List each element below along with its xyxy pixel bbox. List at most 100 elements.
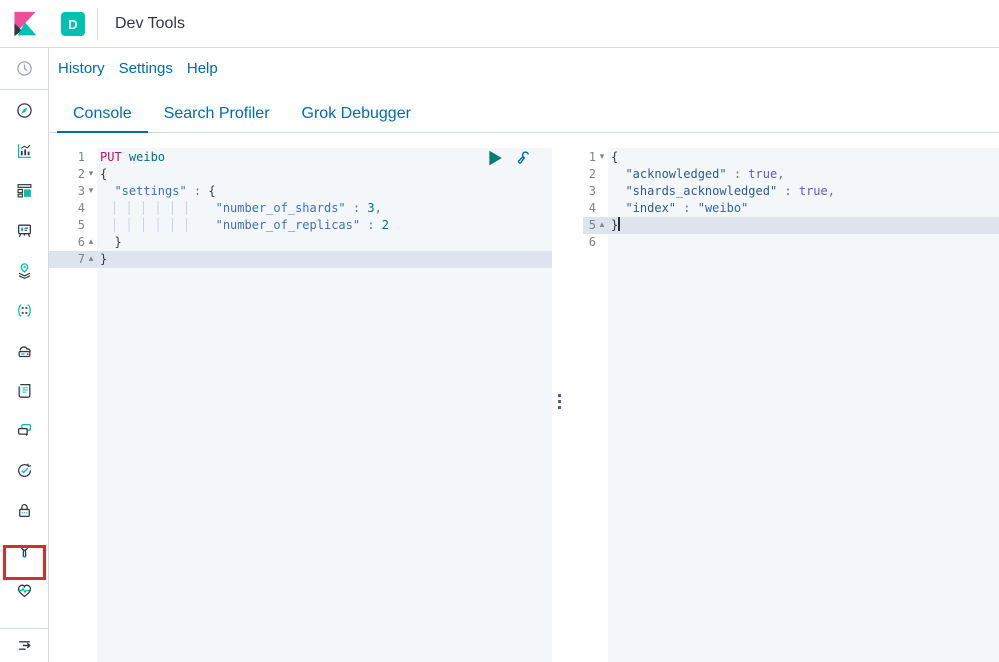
fold-spacer xyxy=(596,183,608,200)
gutter-cell: 3 xyxy=(583,183,608,200)
line-number: 3 xyxy=(583,183,596,200)
response-editor[interactable]: 1▾{2 "acknowledged" : true,3 "shards_ack… xyxy=(583,148,999,662)
history-link[interactable]: History xyxy=(58,60,105,77)
fold-marker-icon[interactable]: ▴ xyxy=(85,251,97,268)
code-line: 6 xyxy=(583,234,999,251)
tab-grok-debugger[interactable]: Grok Debugger xyxy=(286,96,427,133)
gutter-cell: 2 xyxy=(583,166,608,183)
sidebar-item-visualize[interactable] xyxy=(0,130,48,170)
code-text: { xyxy=(608,149,999,166)
easel-icon xyxy=(16,222,33,239)
code-text: } xyxy=(97,251,552,268)
sidebar-item-dashboard[interactable] xyxy=(0,170,48,210)
tab-console[interactable]: Console xyxy=(57,96,148,133)
request-options-wrench-icon[interactable] xyxy=(514,149,532,167)
tab-search-profiler[interactable]: Search Profiler xyxy=(148,96,286,133)
line-number: 5 xyxy=(49,217,85,234)
compass-icon xyxy=(16,102,33,119)
gutter-cell: 3▾ xyxy=(49,183,97,200)
resize-grip-icon xyxy=(558,394,561,409)
app-icon-badge: D xyxy=(61,12,85,36)
request-actions xyxy=(486,149,532,167)
code-line: 7▴} xyxy=(49,251,552,268)
code-line: 6▴ } xyxy=(49,234,552,251)
code-text: } xyxy=(97,234,552,251)
code-line: 3 "shards_acknowledged" : true, xyxy=(583,183,999,200)
fold-marker-icon[interactable]: ▾ xyxy=(85,183,97,200)
fold-spacer xyxy=(85,149,97,166)
line-number: 6 xyxy=(49,234,85,251)
text-cursor xyxy=(618,217,620,231)
uptime-check-icon xyxy=(16,462,33,479)
code-text: "acknowledged" : true, xyxy=(608,166,999,183)
sidebar-item-machine-learning[interactable] xyxy=(0,290,48,330)
fold-spacer xyxy=(596,234,608,251)
code-line: 4 "index" : "weibo" xyxy=(583,200,999,217)
sidebar-item-maps[interactable] xyxy=(0,250,48,290)
code-text: "number_of_shards" : 3, xyxy=(97,200,552,217)
sidebar-item-siem[interactable] xyxy=(0,490,48,530)
line-number: 4 xyxy=(49,200,85,217)
app-sidebar xyxy=(0,48,49,662)
code-line: 3▾ "settings" : { xyxy=(49,183,552,200)
request-editor[interactable]: 1PUT weibo2▾{3▾ "settings" : {4 "number_… xyxy=(49,148,552,662)
devtools-tabbar: Console Search Profiler Grok Debugger xyxy=(49,96,999,133)
fold-marker-icon[interactable]: ▾ xyxy=(596,149,608,166)
sidebar-item-apm[interactable] xyxy=(0,410,48,450)
sidebar-item-recently-viewed[interactable] xyxy=(0,48,48,90)
send-request-play-icon[interactable] xyxy=(486,149,504,167)
gutter-cell: 4 xyxy=(583,200,608,217)
line-number: 2 xyxy=(583,166,596,183)
code-text: "settings" : { xyxy=(97,183,552,200)
fold-marker-icon[interactable]: ▾ xyxy=(85,166,97,183)
line-number: 7 xyxy=(49,251,85,268)
wrench-icon xyxy=(16,542,33,559)
gutter-cell: 6 xyxy=(583,234,608,251)
ml-braces-icon xyxy=(16,302,33,319)
map-pin-icon xyxy=(16,262,33,279)
code-line: 1▾{ xyxy=(583,149,999,166)
code-text: "number_of_replicas" : 2 xyxy=(97,217,552,234)
clock-icon xyxy=(16,60,33,77)
gutter-cell: 1 xyxy=(49,149,97,166)
gutter-cell: 6▴ xyxy=(49,234,97,251)
sidebar-item-stack-monitoring[interactable] xyxy=(0,570,48,610)
gutter-cell: 1▾ xyxy=(583,149,608,166)
code-line: 5 "number_of_replicas" : 2 xyxy=(49,217,552,234)
sidebar-item-logs[interactable] xyxy=(0,370,48,410)
kibana-logo-icon[interactable] xyxy=(12,11,38,37)
line-number: 6 xyxy=(583,234,596,251)
code-text: "shards_acknowledged" : true, xyxy=(608,183,999,200)
code-text: PUT weibo xyxy=(97,149,552,166)
cloud-server-icon xyxy=(16,342,33,359)
sidebar-item-discover[interactable] xyxy=(0,90,48,130)
code-line: 5▴} xyxy=(583,217,999,234)
fold-spacer xyxy=(596,166,608,183)
sidebar-item-canvas[interactable] xyxy=(0,210,48,250)
help-link[interactable]: Help xyxy=(187,60,218,77)
fold-marker-icon[interactable]: ▴ xyxy=(596,217,608,234)
sidebar-collapse-button[interactable] xyxy=(0,628,48,662)
fold-marker-icon[interactable]: ▴ xyxy=(85,234,97,251)
heartbeat-icon xyxy=(16,582,33,599)
settings-link[interactable]: Settings xyxy=(119,60,173,77)
gutter-cell: 7▴ xyxy=(49,251,97,268)
gutter-cell: 5 xyxy=(49,217,97,234)
sidebar-item-metrics[interactable] xyxy=(0,330,48,370)
scroll-icon xyxy=(16,382,33,399)
panel-resize-handle[interactable] xyxy=(552,148,583,662)
code-line: 4 "number_of_shards" : 3, xyxy=(49,200,552,217)
sidebar-item-uptime[interactable] xyxy=(0,450,48,490)
gutter-cell: 4 xyxy=(49,200,97,217)
gutter-cell: 2▾ xyxy=(49,166,97,183)
sidebar-item-dev-tools[interactable] xyxy=(0,530,48,570)
lock-icon xyxy=(16,502,33,519)
code-text: } xyxy=(608,217,999,234)
console-menu: History Settings Help xyxy=(58,56,218,80)
top-header: D Dev Tools xyxy=(0,0,999,48)
code-line: 1PUT weibo xyxy=(49,149,552,166)
menu-right-icon xyxy=(16,637,33,654)
breadcrumb-separator xyxy=(97,8,98,40)
breadcrumb: Dev Tools xyxy=(115,0,185,48)
line-number: 5 xyxy=(583,217,596,234)
